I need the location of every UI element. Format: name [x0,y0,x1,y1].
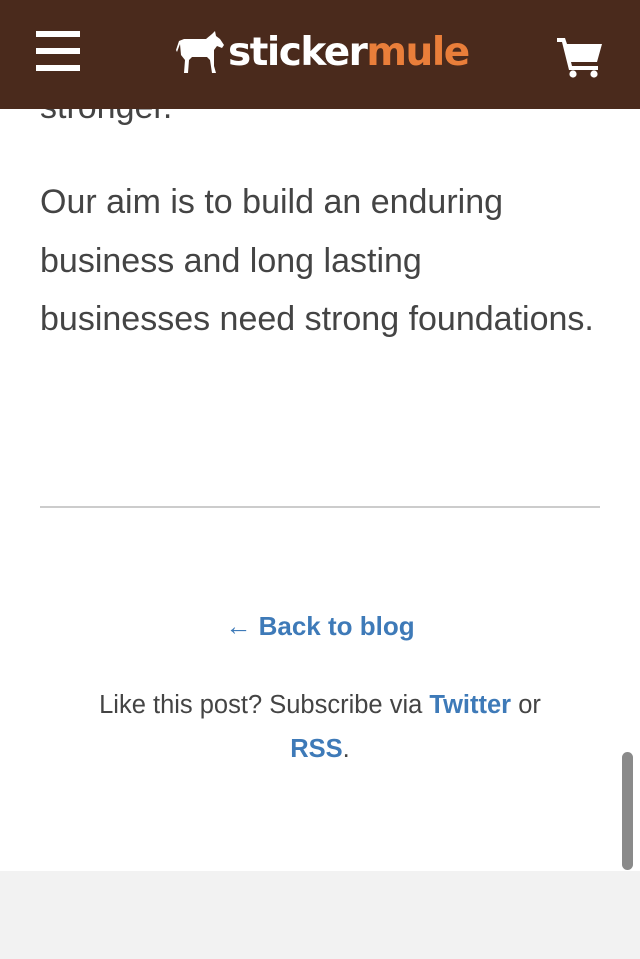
cart-svg [557,38,602,78]
site-header: stickermule [0,0,640,109]
vertical-scrollbar[interactable] [622,752,633,870]
shopping-cart-icon[interactable] [556,36,604,78]
twitter-link[interactable]: Twitter [429,691,511,719]
subscribe-text: Like this post? Subscribe via Twitter or… [40,683,600,771]
subscribe-prefix: Like this post? Subscribe via [99,691,423,719]
content-divider [40,506,600,508]
logo-word-mule: mule [366,29,470,75]
sticker-mule-logo[interactable]: stickermule [176,26,470,78]
subscribe-or: or [518,691,541,719]
rss-link[interactable]: RSS [290,735,342,763]
article-paragraph: Our aim is to build an enduring business… [40,183,594,338]
back-arrow-icon: ← [225,611,252,641]
subscribe-period: . [342,735,350,763]
mule-logo-icon [176,31,224,73]
logo-wordmark: stickermule [228,29,470,75]
page-footer [0,871,640,959]
back-to-blog-link[interactable]: ← Back to blog [0,608,640,644]
back-to-blog-label: Back to blog [258,611,415,641]
hamburger-menu-icon[interactable] [36,31,82,73]
logo-word-sticker: sticker [228,29,368,75]
